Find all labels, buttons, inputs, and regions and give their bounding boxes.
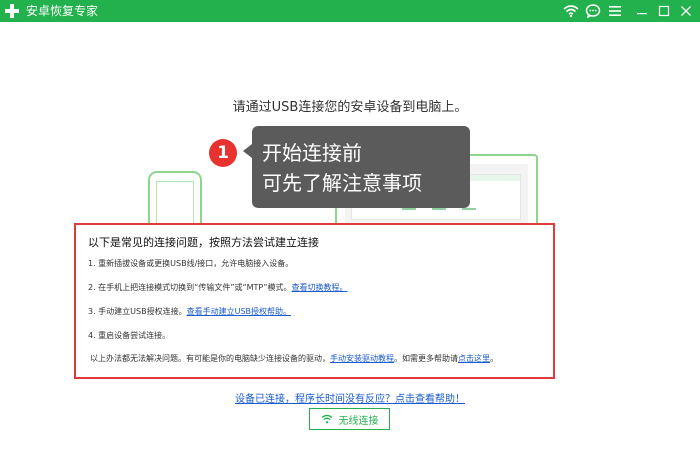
- wireless-connect-label: 无线连接: [338, 415, 379, 427]
- problem-item-2: 2. 在手机上把连接模式切换到“传输文件”或“MTP”模式。查看切换教程。: [88, 282, 348, 293]
- tip-tooltip: 开始连接前 可先了解注意事项: [243, 126, 470, 208]
- problems-title: 以下是常见的连接问题，按照方法尝试建立连接: [88, 236, 319, 249]
- problem-item-1: 1. 重新插拔设备或更换USB线/接口，允许电脑接入设备。: [88, 258, 293, 269]
- minimize-icon[interactable]: [633, 2, 651, 20]
- problem-item-text: 1. 重新插拔设备或更换USB线/接口，允许电脑接入设备。: [88, 259, 294, 268]
- app-title: 安卓恢复专家: [26, 4, 99, 18]
- wifi-icon: [321, 414, 332, 424]
- step-number-badge: 1: [209, 139, 237, 167]
- maximize-icon[interactable]: [655, 2, 673, 20]
- click-here-link[interactable]: 点击这里: [458, 354, 490, 363]
- chat-icon[interactable]: [584, 2, 602, 20]
- problems-note: 以上办法都无法解决问题。有可能是你的电脑缺少连接设备的驱动，手动安装驱动教程。如…: [90, 353, 498, 364]
- note-middle: 。如需更多帮助请: [394, 354, 458, 363]
- close-icon[interactable]: [677, 2, 695, 20]
- problem-item-4: 4. 重启设备尝试连接。: [88, 330, 170, 341]
- phone-illustration: [148, 171, 202, 231]
- switch-tutorial-link[interactable]: 查看切换教程。: [292, 283, 348, 292]
- tooltip-line-2: 可先了解注意事项: [262, 171, 422, 195]
- laptop-window-mark: [402, 208, 416, 210]
- usb-authorization-help-link[interactable]: 查看手动建立USB授权帮助。: [187, 307, 291, 316]
- laptop-window-mark: [462, 208, 476, 210]
- problem-item-text: 4. 重启设备尝试连接。: [88, 331, 171, 340]
- wifi-icon[interactable]: [562, 2, 580, 20]
- driver-install-tutorial-link[interactable]: 手动安装驱动教程: [330, 354, 394, 363]
- plus-logo-icon: [5, 4, 19, 18]
- menu-icon[interactable]: [606, 2, 624, 20]
- problem-item-3: 3. 手动建立USB授权连接。查看手动建立USB授权帮助。: [88, 306, 291, 317]
- page-heading: 请通过USB连接您的安卓设备到电脑上。: [232, 100, 468, 115]
- no-response-help-link[interactable]: 设备已连接，程序长时间没有反应？点击查看帮助！: [0, 390, 700, 405]
- note-prefix: 以上办法都无法解决问题。有可能是你的电脑缺少连接设备的驱动，: [90, 354, 330, 363]
- problem-item-text: 2. 在手机上把连接模式切换到“传输文件”或“MTP”模式。: [88, 283, 292, 292]
- title-bar: 安卓恢复专家: [0, 0, 700, 22]
- connection-problems-box: 以下是常见的连接问题，按照方法尝试建立连接 1. 重新插拔设备或更换USB线/接…: [74, 223, 555, 379]
- tooltip-line-1: 开始连接前: [262, 141, 362, 165]
- note-suffix: 。: [490, 354, 498, 363]
- laptop-window-mark: [432, 208, 446, 210]
- wireless-connect-button[interactable]: 无线连接: [309, 408, 390, 430]
- problem-item-text: 3. 手动建立USB授权连接。: [88, 307, 187, 316]
